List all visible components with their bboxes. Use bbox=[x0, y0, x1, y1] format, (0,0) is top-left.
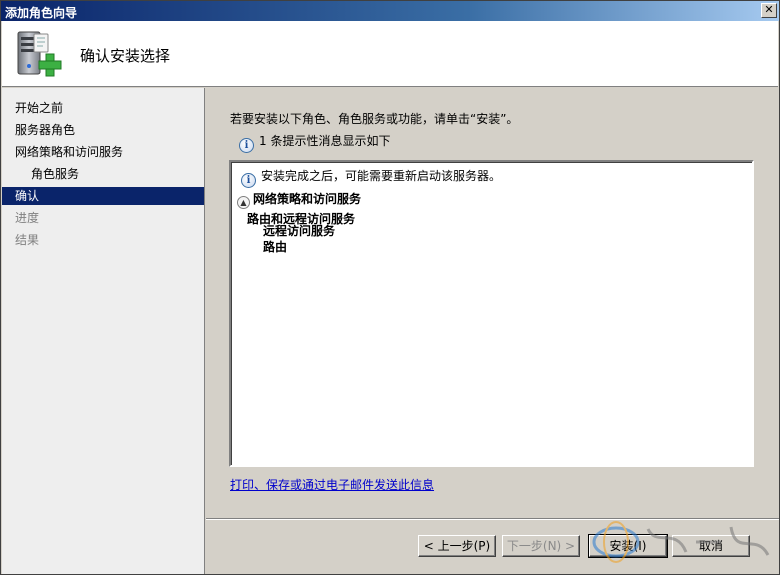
window-title: 添加角色向导 bbox=[5, 6, 78, 20]
wizard-content: 若要安装以下角色、角色服务或功能，请单击“安装”。 i1 条提示性消息显示如下 … bbox=[206, 88, 779, 574]
nav-item-nps[interactable]: 网络策略和访问服务 bbox=[2, 143, 204, 161]
section-header[interactable]: ▲ 网络策略和访问服务 bbox=[237, 190, 361, 209]
nav-item-results: 结果 bbox=[15, 233, 40, 247]
next-button: 下一步(N) > bbox=[502, 535, 580, 557]
close-button[interactable]: ✕ bbox=[761, 3, 777, 18]
restart-info: i 安装完成之后，可能需要重新启动该服务器。 bbox=[241, 167, 501, 188]
wizard-nav: 开始之前 服务器角色 网络策略和访问服务 角色服务 确认 进度 结果 bbox=[2, 88, 205, 574]
restart-info-text: 安装完成之后，可能需要重新启动该服务器。 bbox=[261, 169, 502, 183]
intro-text: 若要安装以下角色、角色服务或功能，请单击“安装”。 bbox=[230, 112, 519, 126]
server-add-role-icon bbox=[17, 31, 62, 77]
print-save-email-link[interactable]: 打印、保存或通过电子邮件发送此信息 bbox=[230, 476, 434, 493]
role-service-item: 路由 bbox=[263, 240, 288, 254]
close-icon: ✕ bbox=[764, 3, 774, 16]
wizard-header: 确认安装选择 bbox=[2, 21, 778, 87]
confirmation-listbox[interactable]: i 安装完成之后，可能需要重新启动该服务器。 ▲ 网络策略和访问服务 路由和远程访问… bbox=[229, 160, 754, 467]
nav-item-role-services[interactable]: 角色服务 bbox=[2, 165, 204, 183]
info-count-text: 1 条提示性消息显示如下 bbox=[259, 134, 391, 148]
nav-item-progress: 进度 bbox=[15, 211, 40, 225]
section-title: 网络策略和访问服务 bbox=[253, 192, 362, 206]
cancel-button[interactable]: 取消 bbox=[672, 535, 750, 557]
title-bar[interactable]: 添加角色向导 ✕ bbox=[1, 1, 779, 21]
role-service-item: 远程访问服务 bbox=[263, 224, 336, 238]
nav-item-before-you-begin[interactable]: 开始之前 bbox=[2, 99, 204, 117]
page-title: 确认安装选择 bbox=[80, 47, 171, 65]
info-icon: i bbox=[239, 138, 254, 153]
footer-divider bbox=[206, 518, 779, 520]
info-count: i 1 条提示性消息显示如下 bbox=[239, 132, 390, 153]
wizard-window: 添加角色向导 ✕ 确认安装选择 开始之前 服务器角色 网络策略和访问服务 角色服… bbox=[0, 0, 780, 575]
install-button[interactable]: 安装(I) bbox=[588, 534, 668, 558]
previous-button[interactable]: < 上一步(P) bbox=[418, 535, 496, 557]
nav-item-confirmation[interactable]: 确认 bbox=[2, 187, 204, 205]
nav-item-server-roles[interactable]: 服务器角色 bbox=[2, 121, 204, 139]
collapse-icon[interactable]: ▲ bbox=[237, 196, 250, 209]
info-icon: i bbox=[241, 173, 256, 188]
